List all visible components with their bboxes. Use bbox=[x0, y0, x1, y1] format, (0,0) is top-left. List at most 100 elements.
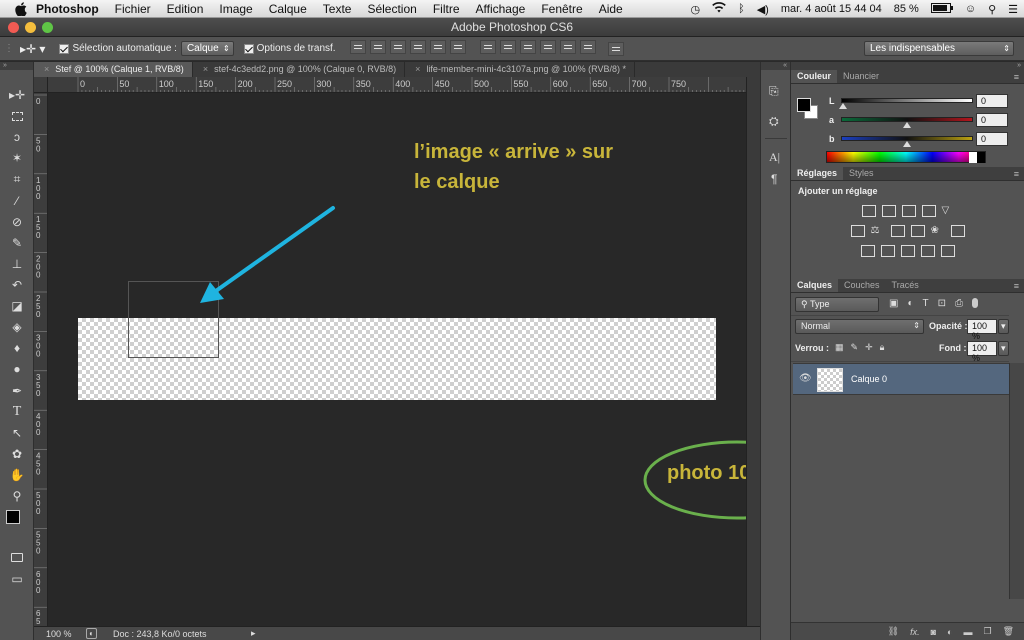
align-top-button[interactable] bbox=[349, 40, 366, 54]
opacity-dropdown-icon[interactable]: ▾ bbox=[998, 319, 1009, 334]
tab-couleur[interactable]: Couleur bbox=[791, 70, 838, 83]
slider-thumb[interactable] bbox=[839, 103, 847, 109]
history-panel-icon[interactable]: ⎘ bbox=[769, 84, 779, 99]
marquee-tool-icon[interactable] bbox=[7, 107, 27, 125]
tab-styles[interactable]: Styles bbox=[843, 167, 880, 180]
close-tab-icon[interactable]: × bbox=[44, 64, 49, 74]
align-vcenter-button[interactable] bbox=[369, 40, 386, 54]
screen-mode-icon[interactable]: ▭ bbox=[7, 570, 27, 588]
brush-tool-icon[interactable]: ✎ bbox=[7, 234, 27, 252]
clone-stamp-icon[interactable]: ⊥ bbox=[7, 255, 27, 273]
close-tab-icon[interactable]: × bbox=[415, 64, 420, 74]
eyedropper-icon[interactable]: ⁄ bbox=[7, 192, 27, 210]
menu-aide[interactable]: Aide bbox=[599, 2, 623, 16]
ruler-origin[interactable] bbox=[34, 77, 48, 93]
toolbar-collapse-icon[interactable]: » bbox=[0, 62, 33, 70]
exposure-icon[interactable] bbox=[921, 205, 936, 217]
panel-menu-icon[interactable]: ≡ bbox=[1014, 169, 1019, 179]
spotlight-icon[interactable]: ⚲ bbox=[988, 3, 996, 16]
gradient-map-icon[interactable] bbox=[940, 245, 955, 257]
filter-type-icon[interactable]: T bbox=[923, 298, 929, 309]
brightness-contrast-icon[interactable] bbox=[861, 205, 876, 217]
tab-document-stef[interactable]: × Stef @ 100% (Calque 1, RVB/8) bbox=[34, 62, 193, 77]
paragraph-panel-icon[interactable]: ¶ bbox=[771, 172, 777, 186]
horizontal-ruler[interactable]: 0 50 100 150 200 250 300 350 400 450 500 550 600 650 7… bbox=[48, 77, 746, 93]
layer-row-calque-0[interactable]: 👁︎ Calque 0 bbox=[793, 363, 1009, 395]
status-flyout-arrow-icon[interactable]: ▸ bbox=[251, 628, 256, 639]
layer-name[interactable]: Calque 0 bbox=[851, 374, 887, 384]
layer-visibility-eye-icon[interactable]: 👁︎ bbox=[799, 373, 812, 384]
tab-calques[interactable]: Calques bbox=[791, 279, 839, 292]
path-selection-icon[interactable]: ↖ bbox=[7, 424, 27, 442]
move-tool-icon[interactable]: ▸✛ bbox=[7, 86, 27, 104]
menu-calque[interactable]: Calque bbox=[269, 2, 307, 16]
wifi-icon[interactable] bbox=[712, 2, 726, 16]
filter-adjustment-icon[interactable]: ◐ bbox=[907, 298, 913, 309]
foreground-color-swatch[interactable] bbox=[6, 510, 20, 524]
channel-mixer-icon[interactable]: ❀ bbox=[931, 225, 945, 237]
add-mask-icon[interactable]: ◙ bbox=[931, 627, 936, 637]
color-lookup-icon[interactable] bbox=[950, 225, 965, 237]
slider-thumb[interactable] bbox=[903, 122, 911, 128]
pen-tool-icon[interactable]: ✒ bbox=[7, 382, 27, 400]
lock-pixels-icon[interactable]: ✎ bbox=[851, 342, 859, 353]
align-bottom-button[interactable] bbox=[389, 40, 406, 54]
blur-tool-icon[interactable]: ♦ bbox=[7, 339, 27, 357]
dodge-tool-icon[interactable]: ● bbox=[7, 360, 27, 378]
curves-icon[interactable] bbox=[901, 205, 916, 217]
hue-saturation-icon[interactable] bbox=[850, 225, 865, 237]
lock-transparency-icon[interactable]: ▦ bbox=[835, 342, 844, 353]
align-right-button[interactable] bbox=[449, 40, 466, 54]
color-ramp[interactable] bbox=[826, 151, 986, 163]
layer-thumbnail[interactable] bbox=[817, 368, 843, 392]
apple-icon[interactable] bbox=[14, 1, 28, 16]
auto-align-button[interactable] bbox=[607, 41, 624, 56]
slider-thumb[interactable] bbox=[903, 141, 911, 147]
color-foreground-swatch[interactable] bbox=[797, 98, 811, 112]
type-tool-icon[interactable]: T bbox=[7, 403, 27, 421]
vertical-ruler[interactable]: 050100150200250300350400450500550600650 bbox=[34, 93, 48, 626]
new-adjustment-layer-icon[interactable]: ◐ bbox=[947, 627, 952, 637]
crop-tool-icon[interactable]: ⌗ bbox=[7, 170, 27, 188]
align-hcenter-button[interactable] bbox=[429, 40, 446, 54]
filter-toggle-icon[interactable] bbox=[972, 298, 978, 308]
layer-style-fx-icon[interactable]: fx. bbox=[910, 627, 920, 637]
zoom-window-button[interactable] bbox=[42, 22, 53, 33]
menu-fenetre[interactable]: Fenêtre bbox=[541, 2, 582, 16]
panels-collapse-icon[interactable]: » bbox=[791, 62, 1024, 70]
move-tool-preset-icon[interactable]: ▸✛ ▾ bbox=[20, 42, 45, 56]
history-brush-icon[interactable]: ↶ bbox=[7, 276, 27, 294]
opacity-input[interactable]: 100 % bbox=[967, 319, 997, 341]
eraser-tool-icon[interactable]: ◪ bbox=[7, 297, 27, 315]
canvas-vertical-scrollbar[interactable] bbox=[746, 77, 760, 626]
tab-couches[interactable]: Couches bbox=[838, 279, 886, 292]
menu-app-photoshop[interactable]: Photoshop bbox=[36, 2, 99, 16]
bluetooth-icon[interactable]: ᛒ bbox=[738, 3, 745, 15]
zoom-tool-icon[interactable]: ⚲ bbox=[7, 487, 27, 505]
menu-selection[interactable]: Sélection bbox=[367, 2, 416, 16]
status-menu-icon[interactable]: ◐ bbox=[86, 628, 97, 639]
align-left-button[interactable] bbox=[409, 40, 426, 54]
character-panel-icon[interactable]: A| bbox=[769, 150, 780, 165]
selective-color-icon[interactable] bbox=[920, 245, 935, 257]
delete-layer-icon[interactable]: 🗑︎ bbox=[1003, 626, 1014, 637]
strip-collapse-icon[interactable]: « bbox=[761, 62, 790, 70]
menu-affichage[interactable]: Affichage bbox=[476, 2, 526, 16]
clock-text[interactable]: mar. 4 août 15 44 04 bbox=[781, 3, 882, 15]
battery-icon[interactable] bbox=[930, 2, 953, 16]
layer-filter-dropdown[interactable]: ⚲ Type bbox=[795, 297, 879, 312]
auto-select-dropdown[interactable]: Calque bbox=[180, 41, 234, 56]
menu-filtre[interactable]: Filtre bbox=[433, 2, 460, 16]
tab-nuancier[interactable]: Nuancier bbox=[837, 70, 885, 83]
user-icon[interactable]: ☺ bbox=[965, 3, 976, 15]
close-tab-icon[interactable]: × bbox=[203, 64, 208, 74]
notification-center-icon[interactable]: ☰ bbox=[1008, 3, 1018, 16]
filter-smart-object-icon[interactable]: ⎙ bbox=[955, 298, 963, 309]
hand-tool-icon[interactable]: ✋ bbox=[7, 466, 27, 484]
distribute-hcenter-button[interactable] bbox=[559, 40, 576, 54]
slider-l[interactable]: L 0 bbox=[791, 94, 1024, 110]
minimize-window-button[interactable] bbox=[25, 22, 36, 33]
close-window-button[interactable] bbox=[8, 22, 19, 33]
lasso-tool-icon[interactable]: ↄ bbox=[7, 128, 27, 146]
tab-traces[interactable]: Tracés bbox=[886, 279, 925, 292]
